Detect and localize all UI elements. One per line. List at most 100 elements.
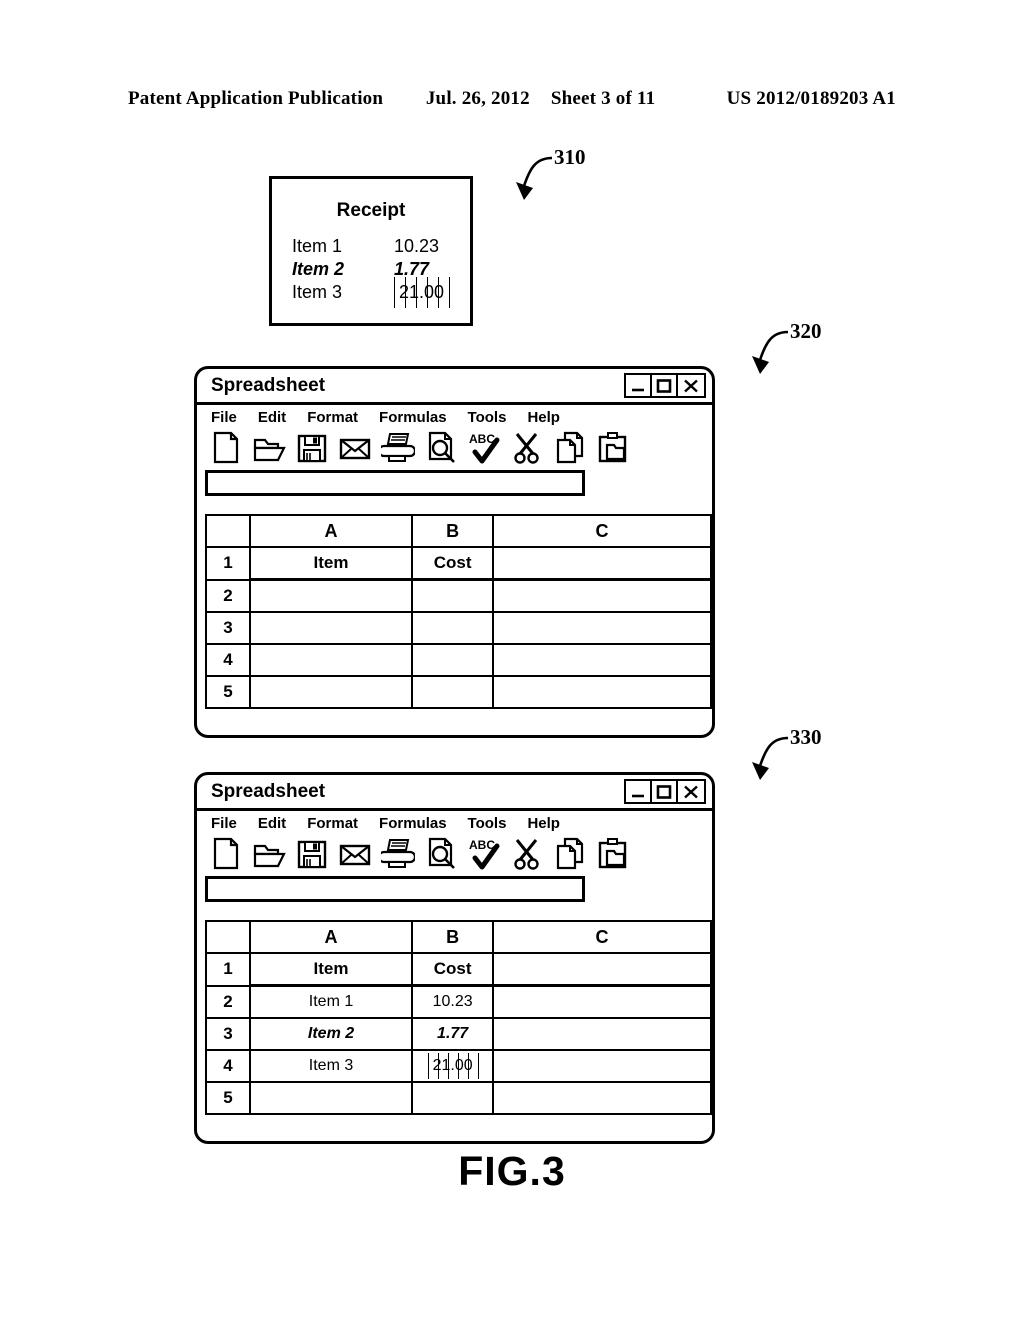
paste-icon[interactable] bbox=[596, 429, 630, 465]
cut-scissors-icon[interactable] bbox=[510, 429, 544, 465]
cut-scissors-icon[interactable] bbox=[510, 835, 544, 871]
title-bar[interactable]: Spreadsheet bbox=[197, 775, 712, 811]
spellcheck-abc-icon[interactable]: ABC bbox=[467, 835, 501, 871]
menu-item-tools[interactable]: Tools bbox=[468, 409, 507, 426]
cell-c2[interactable] bbox=[492, 578, 712, 613]
cell-a2[interactable] bbox=[248, 578, 414, 613]
minimize-icon[interactable] bbox=[626, 375, 652, 396]
column-header-b[interactable]: B bbox=[411, 514, 494, 548]
copy-icon[interactable] bbox=[553, 429, 587, 465]
copy-icon[interactable] bbox=[553, 835, 587, 871]
menu-item-edit[interactable]: Edit bbox=[258, 815, 286, 832]
cell-a5[interactable] bbox=[248, 675, 414, 709]
menu-item-format[interactable]: Format bbox=[307, 409, 358, 426]
cell-b3[interactable]: 1.77 bbox=[411, 1017, 495, 1051]
spreadsheet-grid[interactable]: A B C 1 Item Cost 2 3 4 5 bbox=[205, 514, 712, 735]
menu-bar[interactable]: File Edit Format Formulas Tools Help bbox=[197, 811, 712, 834]
toolbar[interactable]: ABC bbox=[197, 428, 712, 468]
row-number[interactable]: 2 bbox=[205, 984, 251, 1019]
menu-item-tools[interactable]: Tools bbox=[468, 815, 507, 832]
close-icon[interactable] bbox=[678, 781, 704, 802]
print-preview-icon[interactable] bbox=[424, 429, 458, 465]
spellcheck-abc-icon[interactable]: ABC bbox=[467, 429, 501, 465]
menu-item-formulas[interactable]: Formulas bbox=[379, 409, 447, 426]
column-header-b[interactable]: B bbox=[411, 920, 495, 954]
cell-b4-obscured[interactable]: 21.00 bbox=[411, 1049, 495, 1083]
table-row[interactable]: 1 Item Cost bbox=[205, 952, 712, 987]
cell-c5[interactable] bbox=[492, 1081, 712, 1115]
row-number[interactable]: 3 bbox=[205, 1017, 251, 1051]
save-floppy-icon[interactable] bbox=[295, 429, 329, 465]
new-document-icon[interactable] bbox=[209, 835, 243, 871]
formula-input-bar[interactable] bbox=[205, 876, 585, 902]
row-number[interactable]: 5 bbox=[205, 1081, 251, 1115]
cell-c3[interactable] bbox=[492, 611, 712, 645]
cell-c5[interactable] bbox=[492, 675, 712, 709]
cell-a2[interactable]: Item 1 bbox=[248, 984, 414, 1019]
menu-item-help[interactable]: Help bbox=[527, 409, 560, 426]
cell-c4[interactable] bbox=[492, 1049, 712, 1083]
paste-icon[interactable] bbox=[596, 835, 630, 871]
cell-a4[interactable] bbox=[248, 643, 414, 677]
cell-c4[interactable] bbox=[492, 643, 712, 677]
cell-b1[interactable]: Cost bbox=[411, 546, 494, 581]
cell-b5[interactable] bbox=[411, 675, 494, 709]
column-header-c[interactable]: C bbox=[492, 514, 712, 548]
maximize-icon[interactable] bbox=[652, 781, 678, 802]
column-header-c[interactable]: C bbox=[492, 920, 712, 954]
close-icon[interactable] bbox=[678, 375, 704, 396]
menu-item-formulas[interactable]: Formulas bbox=[379, 815, 447, 832]
table-row[interactable]: 3 Item 2 1.77 bbox=[205, 1017, 712, 1051]
cell-b4[interactable] bbox=[411, 643, 494, 677]
table-row[interactable]: 5 bbox=[205, 1081, 712, 1115]
menu-item-file[interactable]: File bbox=[211, 815, 237, 832]
menu-item-format[interactable]: Format bbox=[307, 815, 358, 832]
print-icon[interactable] bbox=[381, 429, 415, 465]
print-preview-icon[interactable] bbox=[424, 835, 458, 871]
window-controls[interactable] bbox=[624, 373, 706, 398]
spreadsheet-window-filled[interactable]: Spreadsheet File Edit Format Formulas To… bbox=[194, 772, 715, 1144]
open-folder-icon[interactable] bbox=[252, 835, 286, 871]
row-number[interactable]: 1 bbox=[205, 952, 251, 987]
column-header-a[interactable]: A bbox=[248, 514, 414, 548]
cell-a5[interactable] bbox=[248, 1081, 414, 1115]
save-floppy-icon[interactable] bbox=[295, 835, 329, 871]
table-row[interactable]: 4 bbox=[205, 643, 712, 677]
spreadsheet-window-empty[interactable]: Spreadsheet File Edit Format Formulas To… bbox=[194, 366, 715, 738]
toolbar[interactable]: ABC bbox=[197, 834, 712, 874]
menu-item-file[interactable]: File bbox=[211, 409, 237, 426]
row-number[interactable]: 2 bbox=[205, 578, 251, 613]
cell-a1[interactable]: Item bbox=[248, 546, 414, 581]
cell-a4[interactable]: Item 3 bbox=[248, 1049, 414, 1083]
cell-c2[interactable] bbox=[492, 984, 712, 1019]
cell-b5[interactable] bbox=[411, 1081, 495, 1115]
cell-c1[interactable] bbox=[492, 546, 712, 581]
formula-input-bar[interactable] bbox=[205, 470, 585, 496]
cell-c3[interactable] bbox=[492, 1017, 712, 1051]
spreadsheet-grid[interactable]: A B C 1 Item Cost 2 Item 1 10.23 3 Item … bbox=[205, 920, 712, 1141]
table-row[interactable]: 5 bbox=[205, 675, 712, 709]
new-document-icon[interactable] bbox=[209, 429, 243, 465]
open-folder-icon[interactable] bbox=[252, 429, 286, 465]
window-controls[interactable] bbox=[624, 779, 706, 804]
row-number[interactable]: 1 bbox=[205, 546, 251, 581]
cell-b1[interactable]: Cost bbox=[411, 952, 495, 987]
sheet-table[interactable]: A B C 1 Item Cost 2 3 4 5 bbox=[205, 514, 712, 709]
menu-item-edit[interactable]: Edit bbox=[258, 409, 286, 426]
sheet-table[interactable]: A B C 1 Item Cost 2 Item 1 10.23 3 Item … bbox=[205, 920, 712, 1115]
cell-b2[interactable]: 10.23 bbox=[411, 984, 495, 1019]
cell-a3[interactable]: Item 2 bbox=[248, 1017, 414, 1051]
mail-envelope-icon[interactable] bbox=[338, 835, 372, 871]
row-number[interactable]: 3 bbox=[205, 611, 251, 645]
menu-item-help[interactable]: Help bbox=[527, 815, 560, 832]
column-header-a[interactable]: A bbox=[248, 920, 414, 954]
table-row[interactable]: 1 Item Cost bbox=[205, 546, 712, 581]
row-number[interactable]: 5 bbox=[205, 675, 251, 709]
row-number[interactable]: 4 bbox=[205, 1049, 251, 1083]
table-row[interactable]: 4 Item 3 21.00 bbox=[205, 1049, 712, 1083]
title-bar[interactable]: Spreadsheet bbox=[197, 369, 712, 405]
table-row[interactable]: 3 bbox=[205, 611, 712, 645]
menu-bar[interactable]: File Edit Format Formulas Tools Help bbox=[197, 405, 712, 428]
print-icon[interactable] bbox=[381, 835, 415, 871]
cell-c1[interactable] bbox=[492, 952, 712, 987]
